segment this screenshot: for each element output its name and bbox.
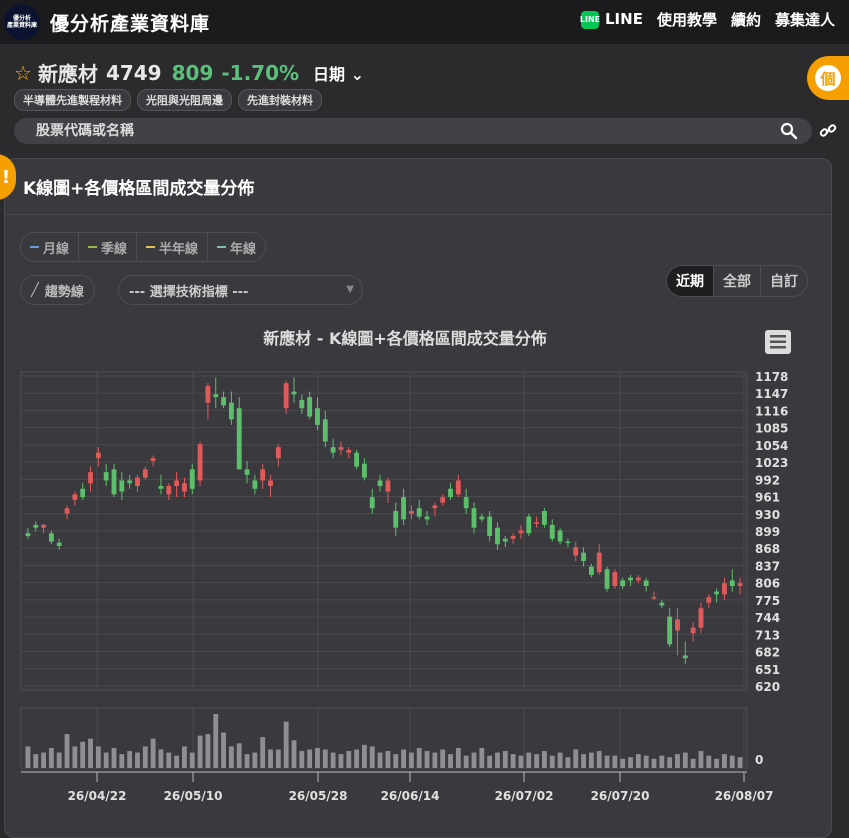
stock-code: 4749: [105, 60, 162, 85]
star-icon[interactable]: ☆: [14, 61, 32, 85]
industry-tag[interactable]: 先進封裝材料: [238, 89, 322, 111]
line-icon: LINE: [580, 10, 600, 29]
trendline-icon: ╱: [31, 282, 39, 298]
stock-change: -1.70%: [221, 60, 300, 85]
personal-badge-label: 個: [815, 65, 841, 91]
renew-link[interactable]: 續約: [731, 9, 761, 30]
ma-toggle-monthly[interactable]: 月線: [21, 233, 80, 261]
stock-price: 809: [171, 60, 214, 85]
top-bar: 優分析 產業資料庫 優分析產業資料庫 LINE LINE 使用教學 續約 募集達人: [0, 0, 849, 44]
tutorial-link[interactable]: 使用教學: [657, 9, 717, 30]
range-toggle-group: 近期 全部 自訂: [666, 265, 808, 297]
ma-label: 月線: [43, 241, 70, 257]
industry-tag[interactable]: 半導體先進製程材料: [14, 89, 131, 111]
ma-label: 季線: [101, 241, 128, 257]
ma-toggle-halfyear[interactable]: 半年線: [137, 233, 209, 261]
chart-title: 新應材 - K線圖+各價格區間成交量分佈: [263, 329, 547, 348]
chart-menu-icon[interactable]: [765, 330, 791, 354]
line-label: LINE: [605, 10, 643, 29]
ma-label: 年線: [230, 241, 257, 257]
industry-tag[interactable]: 光阻與光阻周邊: [137, 89, 232, 111]
site-logo[interactable]: 優分析 產業資料庫: [4, 4, 40, 40]
ma-toggle-quarterly[interactable]: 季線: [79, 233, 138, 261]
industry-tags: 半導體先進製程材料 光阻與光阻周邊 先進封裝材料: [14, 89, 322, 111]
personal-badge[interactable]: 個: [807, 56, 849, 100]
link-icon[interactable]: [819, 122, 837, 140]
card-title: K線圖+各價格區間成交量分佈: [5, 159, 831, 215]
site-title[interactable]: 優分析產業資料庫: [50, 9, 210, 36]
line-link[interactable]: LINE LINE: [580, 10, 643, 29]
legend-swatch: [88, 246, 98, 248]
range-all-button[interactable]: 全部: [714, 266, 761, 296]
stock-search-bar: [14, 118, 812, 144]
legend-swatch: [217, 246, 227, 248]
stock-header: ☆ 新應材 4749 809 -1.70% 日期 ⌄: [14, 58, 364, 87]
recruit-link[interactable]: 募集達人: [775, 9, 835, 30]
stock-name: 新應材: [37, 62, 98, 86]
dropdown-caret-icon: ▼: [346, 284, 354, 295]
top-nav: LINE LINE 使用教學 續約 募集達人: [580, 9, 835, 30]
search-input[interactable]: [36, 123, 736, 139]
indicator-select[interactable]: --- 選擇技術指標 --- ▼: [118, 275, 363, 305]
range-recent-button[interactable]: 近期: [667, 266, 714, 296]
range-custom-button[interactable]: 自訂: [761, 266, 807, 296]
ma-label: 半年線: [159, 241, 199, 257]
ma-toggle-yearly[interactable]: 年線: [208, 233, 265, 261]
period-label: 日期: [313, 64, 346, 84]
trendline-button[interactable]: ╱ 趨勢線: [20, 275, 95, 305]
search-icon[interactable]: [780, 122, 798, 140]
trendline-label: 趨勢線: [44, 284, 84, 300]
period-dropdown[interactable]: 日期 ⌄: [313, 61, 364, 85]
ma-toggle-group: 月線 季線 半年線 年線: [20, 232, 267, 262]
indicator-select-value: --- 選擇技術指標 ---: [129, 284, 249, 300]
legend-swatch: [30, 246, 39, 248]
chevron-down-icon: ⌄: [350, 64, 365, 84]
legend-swatch: [146, 246, 156, 248]
